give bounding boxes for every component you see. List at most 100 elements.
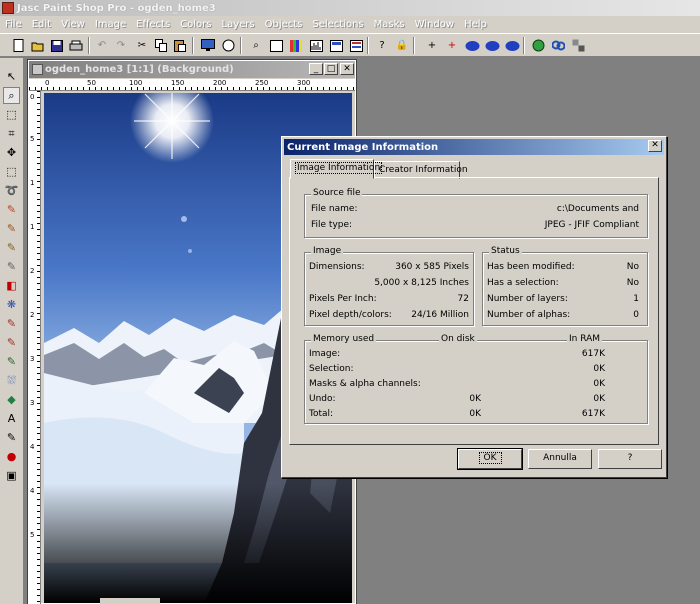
dimensions-inches-value: 5,000 x 8,125 Inches: [374, 278, 469, 288]
ruler-label: 150: [171, 79, 185, 87]
image-group: Image Dimensions: 360 x 585 Pixels 5,000…: [304, 246, 474, 326]
in-ram-header: In RAM: [567, 334, 603, 344]
gif-icon[interactable]: [484, 38, 500, 53]
menu-help[interactable]: Help: [459, 19, 492, 30]
modified-label: Has been modified:: [487, 262, 575, 272]
status-strip: [100, 598, 160, 604]
redo-icon[interactable]: ↷: [113, 38, 129, 53]
lock-icon[interactable]: 🔒: [394, 38, 410, 53]
menu-file[interactable]: File: [0, 19, 27, 30]
copy-icon[interactable]: [153, 38, 169, 53]
paintbrush-tool-icon[interactable]: ✎: [3, 220, 20, 237]
cut-icon[interactable]: ✂: [134, 38, 150, 53]
ruler-label: 100: [129, 79, 143, 87]
target-icon[interactable]: +: [444, 38, 460, 53]
object-selector-tool-icon[interactable]: ▣: [3, 467, 20, 484]
clone-tool-icon[interactable]: ✎: [3, 239, 20, 256]
browse-icon[interactable]: [220, 38, 236, 53]
image-window-title: ogden_home3 [1:1] (Background): [45, 64, 234, 75]
help-icon[interactable]: ?: [374, 38, 390, 53]
link-icon[interactable]: [550, 38, 566, 53]
on-disk-header: On disk: [439, 334, 477, 344]
document-icon: [32, 64, 43, 75]
memory-row-disk: 0K: [469, 409, 481, 419]
memory-row-ram: 617K: [581, 409, 605, 419]
text-tool-icon[interactable]: A: [3, 410, 20, 427]
dialog-title-bar[interactable]: Current Image Information: [284, 139, 664, 155]
ok-button[interactable]: OK: [457, 448, 523, 470]
flood-fill-tool-icon[interactable]: ⛆: [3, 372, 20, 389]
draw-tool-icon[interactable]: ✎: [3, 429, 20, 446]
web-icon[interactable]: [530, 38, 546, 53]
screen-icon[interactable]: [200, 38, 216, 53]
menu-effects[interactable]: Effects: [131, 19, 175, 30]
source-file-group: Source file File name: c:\Documents and …: [304, 188, 648, 238]
jpeg-icon[interactable]: [464, 38, 480, 53]
menu-layers[interactable]: Layers: [217, 19, 260, 30]
open-icon[interactable]: [30, 38, 46, 53]
menu-image[interactable]: Image: [90, 19, 131, 30]
preset-shape-tool-icon[interactable]: ●: [3, 448, 20, 465]
zoom-icon[interactable]: ⌕: [248, 38, 264, 53]
picture-tube-tool-icon[interactable]: ✎: [3, 334, 20, 351]
help-button[interactable]: ?: [598, 449, 662, 469]
ruler-label: 3: [30, 399, 35, 407]
ruler-label: 1: [30, 179, 35, 187]
dropper-tool-icon[interactable]: ✎: [3, 201, 20, 218]
menu-window[interactable]: Window: [410, 19, 459, 30]
alphas-label: Number of alphas:: [487, 310, 571, 320]
map-icon[interactable]: [570, 38, 586, 53]
histogram-icon[interactable]: [308, 38, 324, 53]
selection-tool-icon[interactable]: ⬚: [3, 163, 20, 180]
menu-selections[interactable]: Selections: [307, 19, 368, 30]
arrow-tool-icon[interactable]: ↖: [3, 68, 20, 85]
cancel-button[interactable]: Annulla: [528, 449, 592, 469]
ruler-label: 250: [255, 79, 269, 87]
paste-icon[interactable]: [172, 38, 188, 53]
scratch-remover-tool-icon[interactable]: ❋: [3, 296, 20, 313]
print-icon[interactable]: [68, 38, 84, 53]
eraser-tool-icon[interactable]: ✎: [3, 315, 20, 332]
group-title: Status: [489, 246, 522, 256]
crosshair-icon[interactable]: +: [424, 38, 440, 53]
alphas-value: 0: [633, 310, 639, 320]
ruler-label: 5: [30, 531, 35, 539]
deform-tool-icon[interactable]: ⬚: [3, 106, 20, 123]
crop-tool-icon[interactable]: ⌗: [3, 125, 20, 142]
undo-icon[interactable]: ↶: [94, 38, 110, 53]
zoom-tool-icon[interactable]: ⌕: [3, 87, 20, 104]
png-icon[interactable]: [504, 38, 520, 53]
layers-label: Number of layers:: [487, 294, 568, 304]
retouch-tool-icon[interactable]: ◧: [3, 277, 20, 294]
modified-value: No: [626, 262, 639, 272]
file-type-value: JPEG - JFIF Compliant: [544, 220, 639, 230]
lasso-tool-icon[interactable]: ➰: [3, 182, 20, 199]
minimize-button[interactable]: _: [309, 63, 323, 75]
tab-image-information[interactable]: Image Information: [290, 159, 383, 179]
horizontal-ruler: 0 50 100 150 200 250 300: [29, 79, 355, 91]
color-replacer-tool-icon[interactable]: ✎: [3, 258, 20, 275]
move-tool-icon[interactable]: ✥: [3, 144, 20, 161]
menu-view[interactable]: View: [56, 19, 90, 30]
tool-palette: ↖ ⌕ ⬚ ⌗ ✥ ⬚ ➰ ✎ ✎ ✎ ✎ ◧ ❋ ✎ ✎ ✎ ⛆ ◆ A ✎ …: [0, 58, 24, 604]
close-button[interactable]: ✕: [340, 63, 354, 75]
memory-row-label: Undo:: [309, 394, 336, 404]
color-palette-icon[interactable]: [288, 38, 304, 53]
dialog-close-button[interactable]: ✕: [648, 140, 662, 152]
overview-icon[interactable]: [348, 38, 364, 53]
ruler-label: 2: [30, 267, 35, 275]
menu-edit[interactable]: Edit: [27, 19, 56, 30]
menu-masks[interactable]: Masks: [369, 19, 410, 30]
menu-objects[interactable]: Objects: [260, 19, 308, 30]
maximize-button[interactable]: □: [324, 63, 338, 75]
new-icon[interactable]: [11, 38, 27, 53]
save-icon[interactable]: [49, 38, 65, 53]
shape-tool-icon[interactable]: ◆: [3, 391, 20, 408]
image-window-title-bar[interactable]: ogden_home3 [1:1] (Background) _ □ ✕: [29, 61, 355, 78]
airbrush-tool-icon[interactable]: ✎: [3, 353, 20, 370]
tool-window-icon[interactable]: [268, 38, 284, 53]
app-title-bar: Jasc Paint Shop Pro - ogden_home3: [0, 0, 700, 16]
layers-icon[interactable]: [328, 38, 344, 53]
ruler-label: 0: [30, 93, 35, 101]
menu-colors[interactable]: Colors: [175, 19, 216, 30]
